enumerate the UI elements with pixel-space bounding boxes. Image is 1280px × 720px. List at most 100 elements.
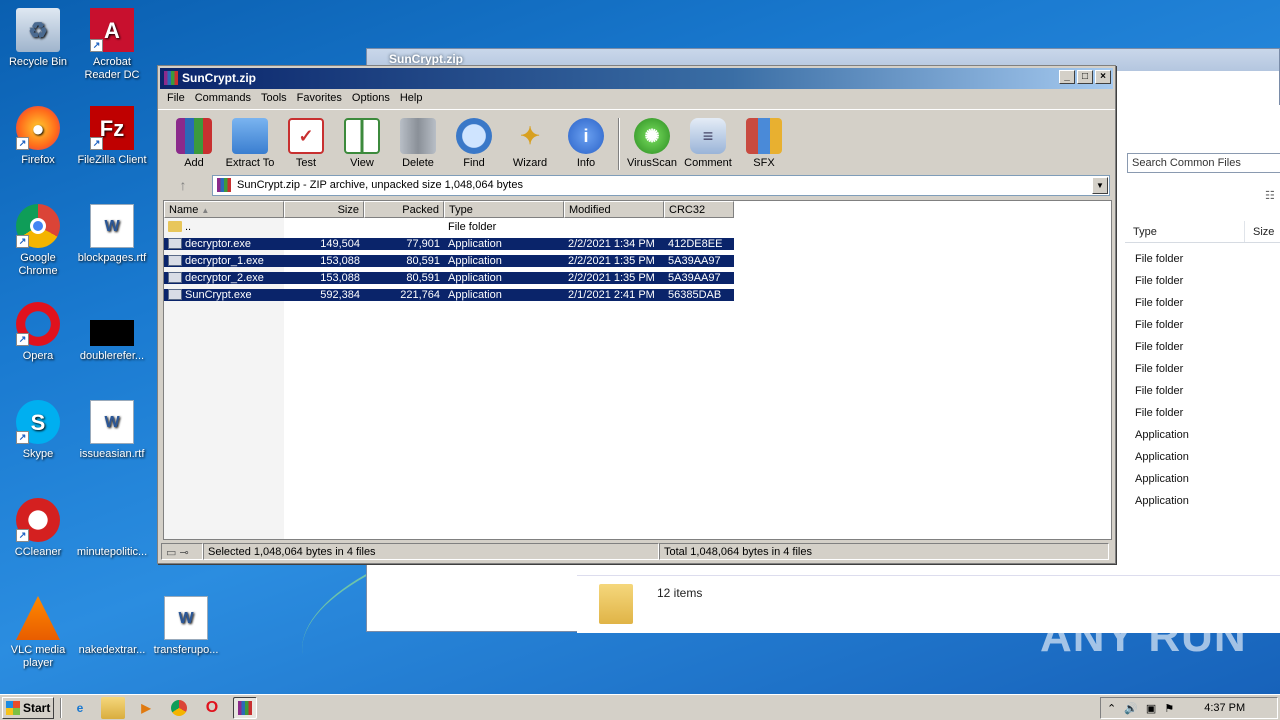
drive-key-icon[interactable]: ▭ ⊸	[161, 543, 203, 560]
window-controls: _ □ ×	[1059, 70, 1111, 84]
volume-icon[interactable]: 🔊	[1124, 702, 1138, 715]
minimize-button[interactable]: _	[1059, 70, 1075, 84]
status-selected: Selected 1,048,064 bytes in 4 files	[203, 543, 659, 560]
shortcut-arrow-icon: ↗	[16, 431, 29, 444]
menu-bar: File Commands Tools Favorites Options He…	[158, 89, 1115, 109]
shortcut-arrow-icon: ↗	[90, 39, 103, 52]
desktop-icon-opera[interactable]: ↗ Opera	[0, 302, 76, 363]
desktop-icon-minutepolitic[interactable]: minutepolitic...	[74, 498, 150, 559]
winrar-window[interactable]: SunCrypt.zip _ □ × File Commands Tools F…	[157, 65, 1116, 564]
bg-type-cell: File folder	[1135, 253, 1184, 265]
chrome-icon: ↗	[16, 204, 60, 248]
desktop-icon-issueasian[interactable]: W issueasian.rtf	[74, 400, 150, 461]
table-row[interactable]: SunCrypt.exe 592,384 221,764 Application…	[164, 286, 734, 303]
table-row[interactable]: decryptor.exe 149,504 77,901 Application…	[164, 235, 734, 252]
word-document-icon: W	[164, 596, 208, 640]
table-row[interactable]: decryptor_2.exe 153,088 80,591 Applicati…	[164, 269, 734, 286]
info-icon: i	[568, 118, 604, 154]
start-button[interactable]: Start	[2, 696, 54, 719]
chevron-up-icon[interactable]: ⌃	[1107, 702, 1116, 715]
col-crc[interactable]: CRC32	[664, 201, 734, 218]
col-type[interactable]: Type	[444, 201, 564, 218]
col-packed[interactable]: Packed	[364, 201, 444, 218]
menu-commands[interactable]: Commands	[190, 92, 256, 109]
file-list[interactable]: Name ▲ Size Packed Type Modified CRC32 .…	[163, 200, 1112, 540]
delete-button[interactable]: Delete	[390, 114, 446, 173]
chrome-icon[interactable]	[171, 699, 187, 716]
trash-icon	[400, 118, 436, 154]
test-button[interactable]: ✓ Test	[278, 114, 334, 173]
desktop-icon-ccleaner[interactable]: ↗ CCleaner	[0, 498, 76, 559]
flag-icon[interactable]: ⚑	[1164, 702, 1174, 715]
add-icon	[176, 118, 212, 154]
sfx-button[interactable]: SFX	[736, 114, 792, 173]
explorer-folder-icon[interactable]	[101, 696, 125, 719]
info-button[interactable]: i Info	[558, 114, 614, 173]
menu-file[interactable]: File	[162, 92, 190, 109]
find-button[interactable]: Find	[446, 114, 502, 173]
blank-file-icon	[90, 498, 134, 542]
bg-col-size[interactable]: Size	[1245, 221, 1280, 242]
menu-help[interactable]: Help	[395, 92, 428, 109]
chevron-down-icon[interactable]: ▼	[1092, 177, 1108, 194]
up-arrow-icon[interactable]: ↑	[166, 177, 200, 197]
taskbar-separator	[60, 697, 62, 718]
opera-icon[interactable]: O	[200, 697, 224, 719]
desktop-icon-acrobat[interactable]: A ↗ Acrobat Reader DC	[74, 8, 150, 82]
clock[interactable]: 4:37 PM	[1204, 702, 1245, 714]
desktop-icon-vlc[interactable]: VLC media player	[0, 596, 76, 670]
desktop-icon-skype[interactable]: S ↗ Skype	[0, 400, 76, 461]
menu-favorites[interactable]: Favorites	[292, 92, 347, 109]
extract-folder-icon	[232, 118, 268, 154]
desktop-icon-doublerefer[interactable]: doublerefer...	[74, 302, 150, 363]
bg-search-input[interactable]: Search Common Files	[1127, 153, 1280, 173]
folder-icon	[599, 584, 633, 624]
bg-type-cell: Application	[1135, 495, 1189, 507]
sort-ascending-icon: ▲	[201, 206, 210, 215]
recycle-bin-icon: ♻	[16, 8, 60, 52]
shortcut-arrow-icon: ↗	[16, 529, 29, 542]
desktop-icon-blockpages[interactable]: W blockpages.rtf	[74, 204, 150, 265]
winrar-titlebar[interactable]: SunCrypt.zip _ □ ×	[160, 68, 1113, 89]
path-text: SunCrypt.zip - ZIP archive, unpacked siz…	[237, 179, 523, 191]
view-options-icon[interactable]: ☷	[1265, 189, 1275, 202]
address-bar: ↑ SunCrypt.zip - ZIP archive, unpacked s…	[158, 173, 1115, 199]
path-combobox[interactable]: SunCrypt.zip - ZIP archive, unpacked siz…	[212, 175, 1110, 196]
col-size[interactable]: Size	[284, 201, 364, 218]
winrar-title-text: SunCrypt.zip	[182, 71, 256, 85]
network-icon[interactable]: ▣	[1146, 702, 1156, 715]
close-button[interactable]: ×	[1095, 70, 1111, 84]
menu-options[interactable]: Options	[347, 92, 395, 109]
extract-to-button[interactable]: Extract To	[222, 114, 278, 173]
winrar-app-icon	[238, 700, 252, 715]
table-row-parent-folder[interactable]: .. File folder	[164, 218, 734, 235]
shortcut-arrow-icon: ↗	[16, 137, 29, 150]
winrar-taskbar-icon[interactable]	[233, 696, 257, 719]
col-name[interactable]: Name ▲	[164, 201, 284, 218]
desktop-icon-firefox[interactable]: ● ↗ Firefox	[0, 106, 76, 167]
comment-button[interactable]: ≡ Comment	[680, 114, 736, 173]
shortcut-arrow-icon: ↗	[16, 333, 29, 346]
desktop-icon-chrome[interactable]: ↗ Google Chrome	[0, 204, 76, 278]
add-button[interactable]: Add	[166, 114, 222, 173]
maximize-button[interactable]: □	[1077, 70, 1093, 84]
wizard-button[interactable]: ✦ Wizard	[502, 114, 558, 173]
bg-type-cell: File folder	[1135, 407, 1184, 419]
desktop-icon-nakedextra[interactable]: nakedextrar...	[74, 596, 150, 657]
acrobat-icon: A ↗	[90, 8, 134, 52]
bg-column-header: Type Size	[1125, 221, 1280, 243]
table-row[interactable]: decryptor_1.exe 153,088 80,591 Applicati…	[164, 252, 734, 269]
virusscan-button[interactable]: ✺ VirusScan	[624, 114, 680, 173]
desktop-icon-recycle-bin[interactable]: ♻ Recycle Bin	[0, 8, 76, 69]
view-button[interactable]: View	[334, 114, 390, 173]
internet-explorer-icon[interactable]: e	[68, 697, 92, 719]
desktop-icon-transferupo[interactable]: W transferupo...	[148, 596, 224, 657]
col-modified[interactable]: Modified	[564, 201, 664, 218]
application-icon	[168, 255, 182, 266]
bg-col-type[interactable]: Type	[1125, 221, 1245, 242]
media-player-icon[interactable]: ▶	[134, 697, 158, 719]
menu-tools[interactable]: Tools	[256, 92, 292, 109]
test-clipboard-icon: ✓	[288, 118, 324, 154]
desktop-icon-filezilla[interactable]: Fz ↗ FileZilla Client	[74, 106, 150, 167]
blank-file-icon	[90, 596, 134, 640]
